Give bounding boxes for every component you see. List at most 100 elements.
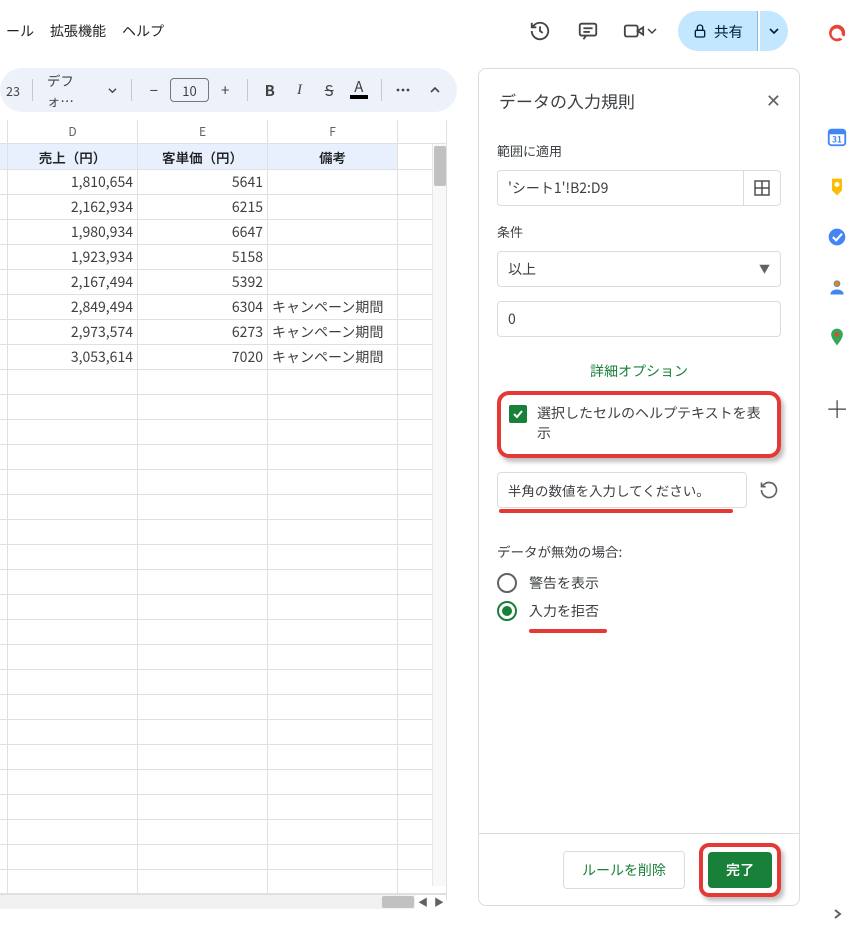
table-row[interactable]	[0, 420, 446, 445]
table-row[interactable]: 1,980,9346647	[0, 220, 446, 245]
cell-D[interactable]: 1,923,934	[8, 245, 138, 269]
cell-F[interactable]	[268, 220, 398, 244]
decrease-font-size[interactable]: −	[140, 76, 168, 104]
table-row[interactable]	[0, 620, 446, 645]
column-D[interactable]: D	[8, 120, 138, 143]
tasks-icon[interactable]	[826, 226, 848, 248]
table-row[interactable]	[0, 520, 446, 545]
close-icon[interactable]: ✕	[766, 87, 781, 113]
table-row[interactable]	[0, 845, 446, 870]
increase-font-size[interactable]: +	[211, 76, 239, 104]
header-E[interactable]: 客単価（円）	[138, 144, 268, 169]
table-row[interactable]	[0, 570, 446, 595]
table-row[interactable]: 2,167,4945392	[0, 270, 446, 295]
radio-reject[interactable]: 入力を拒否	[497, 601, 781, 621]
collapse-toolbar-icon[interactable]	[421, 76, 449, 104]
cell-E[interactable]: 5392	[138, 270, 268, 294]
cell-F[interactable]	[268, 245, 398, 269]
table-row[interactable]: 3,053,6147020キャンペーン期間	[0, 345, 446, 370]
cell-E[interactable]: 6647	[138, 220, 268, 244]
table-row[interactable]	[0, 470, 446, 495]
radio-warn[interactable]: 警告を表示	[497, 573, 781, 593]
strike-button[interactable]: S	[315, 76, 343, 104]
cell-D[interactable]: 1,980,934	[8, 220, 138, 244]
calendar-icon[interactable]: 31	[826, 126, 848, 148]
cell-E[interactable]: 5158	[138, 245, 268, 269]
scroll-left-icon[interactable]: ◀	[415, 895, 431, 909]
criteria-select[interactable]: 以上 ▼	[497, 251, 781, 287]
table-row[interactable]	[0, 745, 446, 770]
add-addon-icon[interactable]: ＋	[826, 396, 848, 418]
header-F[interactable]: 備考	[268, 144, 398, 169]
table-row[interactable]	[0, 445, 446, 470]
table-row[interactable]	[0, 370, 446, 395]
help-text-input[interactable]: 半角の数値を入力してください。	[497, 472, 747, 508]
cell-F[interactable]: キャンペーン期間	[268, 295, 398, 319]
cell-F[interactable]	[268, 170, 398, 194]
spreadsheet[interactable]: D E F 売上（円） 客単価（円） 備考 1,810,65456412,162…	[0, 120, 447, 901]
horizontal-scrollbar[interactable]: ◀ ▶	[0, 893, 447, 909]
criteria-number-input[interactable]: 0	[497, 301, 781, 337]
table-row[interactable]	[0, 770, 446, 795]
advanced-options-link[interactable]: 詳細オプション	[497, 361, 781, 381]
column-F[interactable]: F	[268, 120, 398, 143]
table-row[interactable]	[0, 695, 446, 720]
cell-F[interactable]	[268, 195, 398, 219]
cell-E[interactable]: 7020	[138, 345, 268, 369]
table-row[interactable]	[0, 395, 446, 420]
delete-rule-button[interactable]: ルールを削除	[563, 851, 685, 889]
cell-D[interactable]: 2,973,574	[8, 320, 138, 344]
table-row[interactable]	[0, 795, 446, 820]
cell-E[interactable]: 5641	[138, 170, 268, 194]
cell-D[interactable]: 1,810,654	[8, 170, 138, 194]
cell-E[interactable]: 6304	[138, 295, 268, 319]
cell-F[interactable]: キャンペーン期間	[268, 345, 398, 369]
menu-tools[interactable]: ール	[0, 15, 40, 47]
share-dropdown[interactable]	[760, 11, 788, 51]
table-row[interactable]	[0, 545, 446, 570]
contacts-icon[interactable]	[826, 276, 848, 298]
menu-help[interactable]: ヘルプ	[116, 15, 170, 47]
text-color-button[interactable]: A	[345, 76, 373, 104]
more-formatting-icon[interactable]	[390, 76, 418, 104]
cell-D[interactable]: 2,162,934	[8, 195, 138, 219]
keep-icon[interactable]	[826, 176, 848, 198]
history-icon[interactable]	[526, 17, 554, 45]
cell-D[interactable]: 3,053,614	[8, 345, 138, 369]
table-row[interactable]: 1,923,9345158	[0, 245, 446, 270]
app-logo-icon[interactable]	[826, 22, 848, 44]
font-selector[interactable]: デフォ…	[41, 76, 123, 104]
table-row[interactable]: 2,162,9346215	[0, 195, 446, 220]
table-row[interactable]: 1,810,6545641	[0, 170, 446, 195]
italic-button[interactable]: I	[286, 76, 314, 104]
column-E[interactable]: E	[138, 120, 268, 143]
menu-extensions[interactable]: 拡張機能	[44, 15, 112, 47]
table-row[interactable]: 2,849,4946304キャンペーン期間	[0, 295, 446, 320]
table-row[interactable]	[0, 595, 446, 620]
font-size-input[interactable]: 10	[170, 78, 210, 102]
table-row[interactable]	[0, 645, 446, 670]
cell-F[interactable]	[268, 270, 398, 294]
table-row[interactable]	[0, 670, 446, 695]
vertical-scrollbar[interactable]	[432, 144, 446, 886]
cell-D[interactable]: 2,167,494	[8, 270, 138, 294]
table-row[interactable]: 2,973,5746273キャンペーン期間	[0, 320, 446, 345]
reset-help-text-icon[interactable]	[757, 478, 781, 502]
table-row[interactable]	[0, 495, 446, 520]
range-input[interactable]: 'シート1'!B2:D9	[497, 170, 743, 206]
bold-button[interactable]: B	[256, 76, 284, 104]
table-row[interactable]	[0, 820, 446, 845]
scroll-right-icon[interactable]: ▶	[431, 895, 447, 909]
cell-E[interactable]: 6215	[138, 195, 268, 219]
meet-icon[interactable]	[622, 17, 658, 45]
help-text-checkbox[interactable]	[509, 405, 527, 423]
comment-icon[interactable]	[574, 17, 602, 45]
table-row[interactable]	[0, 720, 446, 745]
table-row[interactable]	[0, 870, 446, 895]
cell-E[interactable]: 6273	[138, 320, 268, 344]
cell-D[interactable]: 2,849,494	[8, 295, 138, 319]
maps-icon[interactable]	[826, 326, 848, 348]
cell-F[interactable]: キャンペーン期間	[268, 320, 398, 344]
number-format-value[interactable]: 23	[2, 76, 24, 104]
header-D[interactable]: 売上（円）	[8, 144, 138, 169]
